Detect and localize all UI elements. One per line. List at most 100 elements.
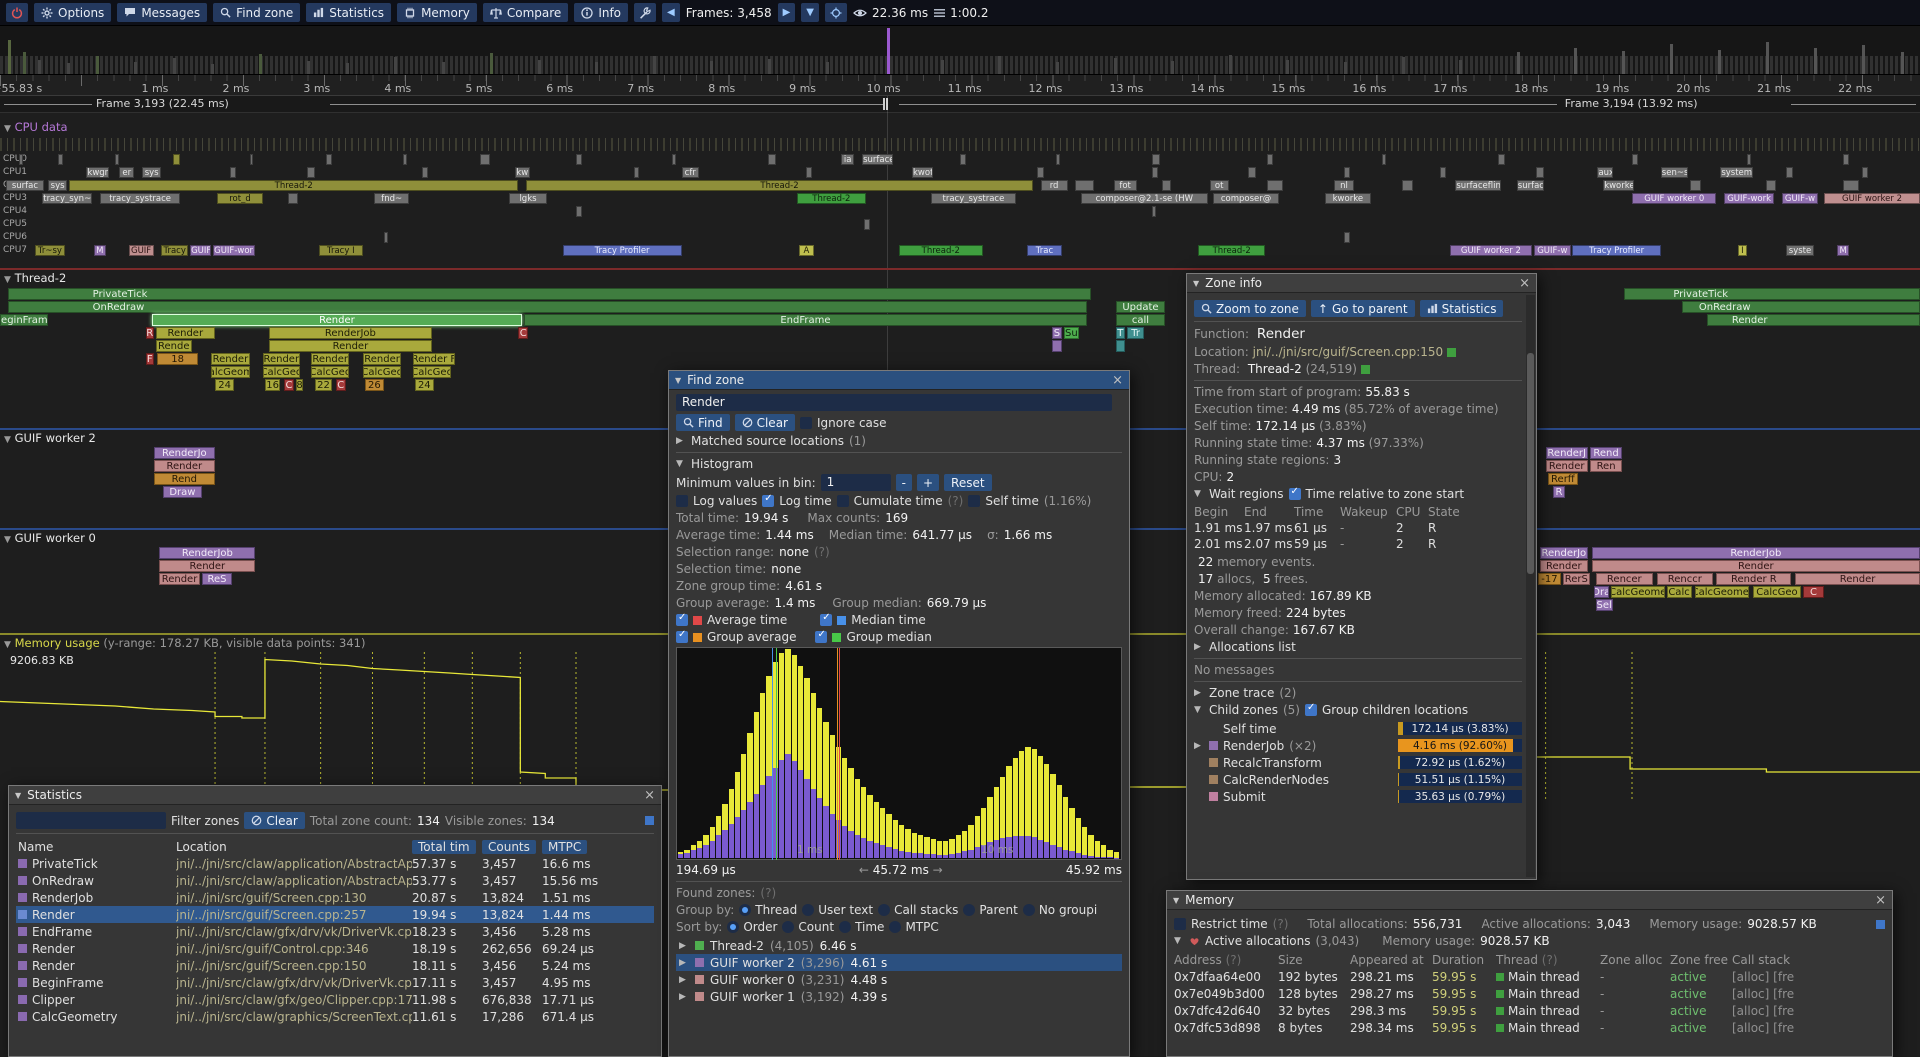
timeline-zone[interactable]: Render: [154, 460, 215, 472]
cpu-segment[interactable]: [288, 193, 298, 204]
options-button[interactable]: Options: [34, 3, 111, 22]
cpu-segment[interactable]: [1843, 180, 1858, 191]
find-button[interactable]: Find: [676, 414, 730, 431]
group-by-option[interactable]: No groupi: [1023, 903, 1097, 917]
cpu-segment[interactable]: kwgn: [86, 167, 109, 178]
find-zone-button[interactable]: Find zone: [213, 3, 300, 22]
collapse-icon[interactable]: ▼: [1173, 896, 1179, 905]
cpu-segment[interactable]: Thread-2: [797, 193, 866, 204]
cpu-segment[interactable]: nl: [1334, 180, 1353, 191]
timeline-zone[interactable]: Render F: [413, 353, 455, 365]
table-row[interactable]: Render jni/../jni/src/guif/Screen.cpp:15…: [16, 957, 654, 974]
histogram-plot[interactable]: [676, 647, 1122, 860]
thread-value[interactable]: Thread-2: [1248, 362, 1302, 376]
clear-filter-button[interactable]: Clear: [244, 812, 304, 829]
cpu-segment[interactable]: [1862, 167, 1868, 178]
bin-decrease-button[interactable]: -: [896, 474, 912, 491]
restrict-time-checkbox[interactable]: [1174, 918, 1186, 930]
timeline-zone[interactable]: 16: [265, 379, 280, 391]
thread-color-swatch[interactable]: [1361, 365, 1370, 374]
cpu-segment[interactable]: M: [94, 245, 106, 256]
column-counts[interactable]: Counts: [482, 840, 536, 854]
timeline-zone[interactable]: PrivateTick: [8, 288, 1091, 300]
cpu-segment[interactable]: [403, 154, 407, 165]
cpu-segment[interactable]: surfaceflinger: [1455, 180, 1501, 191]
timeline-zone[interactable]: 24: [415, 379, 434, 391]
cpu-segment[interactable]: cfr: [682, 167, 699, 178]
cpu-segment[interactable]: [230, 167, 236, 178]
guif-worker-2-header[interactable]: ▼ GUIF worker 2: [4, 431, 96, 445]
cpu-segment[interactable]: [384, 232, 388, 243]
cpu-segment[interactable]: ot: [1210, 180, 1229, 191]
compare-button[interactable]: Compare: [483, 3, 568, 22]
timeline-zone[interactable]: C: [1803, 586, 1824, 598]
cpu-segment[interactable]: [1267, 154, 1273, 165]
timeline-zone[interactable]: Rende: [156, 340, 192, 352]
log-values-checkbox[interactable]: [676, 495, 688, 507]
cpu-segment[interactable]: [1152, 154, 1160, 165]
source-color-swatch[interactable]: [1447, 348, 1456, 357]
zone-group-row[interactable]: ▶ Thread-2 (4,105) 6.46 s: [676, 937, 1122, 954]
cpu-segment[interactable]: [1037, 167, 1045, 178]
cpu-segment[interactable]: kworke: [1603, 180, 1634, 191]
allocation-row[interactable]: 0x7dfc42d640 32 bytes 298.3 ms 59.95 s M…: [1174, 1002, 1885, 1019]
memory-button[interactable]: Memory: [397, 3, 477, 22]
timeline-zone[interactable]: BeginFrame: [0, 314, 48, 326]
cpu-segment[interactable]: system_s: [1720, 167, 1753, 178]
cpu-segment[interactable]: ia: [841, 154, 854, 165]
column-size[interactable]: Size: [1278, 953, 1350, 967]
cpu-segment[interactable]: [1344, 167, 1350, 178]
timeline-zone[interactable]: PrivateTick: [1624, 288, 1920, 300]
timeline-zone[interactable]: Su: [1064, 327, 1079, 339]
cpu-segment[interactable]: er: [119, 167, 134, 178]
cpu-segment[interactable]: GUIF worker 2: [1450, 245, 1533, 256]
cpu-segment[interactable]: [1162, 180, 1172, 191]
timeline-zone[interactable]: 26: [365, 379, 384, 391]
scrollbar-thumb[interactable]: [645, 816, 654, 825]
collapse-icon[interactable]: ▼: [15, 791, 21, 800]
allocation-row[interactable]: 0x7e049b3d00 128 bytes 298.27 ms 59.95 s…: [1174, 985, 1885, 1002]
cpu-segment[interactable]: [960, 154, 966, 165]
column-appeared[interactable]: Appeared at: [1350, 953, 1432, 967]
cpu-segment[interactable]: GUIF-work: [1724, 193, 1774, 204]
timeline-zone[interactable]: Render: [263, 353, 299, 365]
column-mtpc[interactable]: MTPC: [542, 840, 587, 854]
cpu-segment[interactable]: GUIF worker 2: [1824, 193, 1920, 204]
table-row[interactable]: EndFrame jni/../jni/src/claw/gfx/drv/vk/…: [16, 923, 654, 940]
allocations-list-header[interactable]: ▶Allocations list: [1194, 640, 1522, 654]
show-median-checkbox[interactable]: [820, 614, 832, 626]
statistics-button[interactable]: Statistics: [306, 3, 391, 22]
cpu-segment[interactable]: Thread-2: [69, 180, 518, 191]
cpu-segment[interactable]: GUIF-w: [1782, 193, 1818, 204]
table-row[interactable]: Clipper jni/../jni/src/claw/gfx/geo/Clip…: [16, 991, 654, 1008]
cpu-segment[interactable]: [1536, 167, 1544, 178]
frame-dropdown-button[interactable]: ▼: [801, 3, 819, 22]
timeline-zone[interactable]: call: [1116, 314, 1166, 326]
child-zone-row[interactable]: ▶ RenderJob (×2) 4.16 ms (92.60%): [1194, 737, 1522, 754]
self-time-checkbox[interactable]: [968, 495, 980, 507]
memory-titlebar[interactable]: ▼ Memory ×: [1167, 891, 1892, 910]
timeline-zone[interactable]: OnRedraw: [1682, 301, 1920, 313]
timeline-zone[interactable]: Render: [1540, 560, 1588, 572]
column-call-stack[interactable]: Call stack: [1732, 953, 1885, 967]
cpu-segment[interactable]: [634, 167, 640, 178]
cpu-segment[interactable]: Trac: [1027, 245, 1062, 256]
cpu-segment[interactable]: Tracy Profiler: [563, 245, 682, 256]
cpu-segment[interactable]: Tracy: [161, 245, 188, 256]
cpu-segment[interactable]: [806, 167, 812, 178]
clear-button[interactable]: Clear: [735, 414, 795, 431]
timeline-zone[interactable]: Ren: [1590, 460, 1623, 472]
close-icon[interactable]: ×: [1519, 277, 1530, 290]
timeline-zone[interactable]: Render R: [1716, 573, 1791, 585]
timeline-zone[interactable]: CalcGeo: [363, 366, 401, 378]
column-zone-free[interactable]: Zone free: [1670, 953, 1732, 967]
cpu-segment[interactable]: [864, 219, 870, 230]
bin-increase-button[interactable]: +: [917, 474, 939, 491]
timeline-zone[interactable]: Render: [311, 353, 349, 365]
cpu-segment[interactable]: [1747, 154, 1751, 165]
child-zone-row[interactable]: Submit 35.63 μs (0.79%): [1194, 788, 1522, 805]
cpu-segment[interactable]: GUIF: [190, 245, 211, 256]
timeline-zone[interactable]: Update: [1116, 301, 1166, 313]
timeline-zone[interactable]: Render: [1546, 460, 1588, 472]
zone-trace-header[interactable]: ▶Zone trace(2): [1194, 686, 1522, 700]
